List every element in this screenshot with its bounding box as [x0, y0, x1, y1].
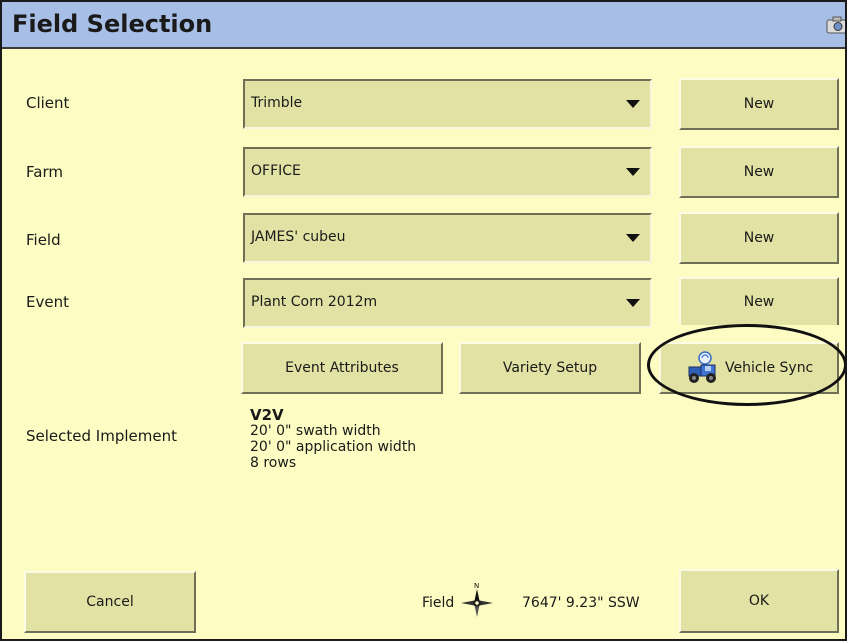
new-client-button[interactable]: New [679, 78, 839, 130]
field-label: Field [26, 231, 61, 249]
vehicle-sync-button[interactable]: Vehicle Sync [659, 342, 839, 394]
event-attributes-button[interactable]: Event Attributes [241, 342, 443, 394]
field-dropdown[interactable]: JAMES' cubeu [243, 213, 652, 263]
cancel-button[interactable]: Cancel [24, 571, 196, 633]
farm-value: OFFICE [251, 163, 301, 179]
svg-text:N: N [474, 582, 479, 590]
client-dropdown[interactable]: Trimble [243, 79, 652, 129]
variety-setup-button[interactable]: Variety Setup [459, 342, 641, 394]
ok-button[interactable]: OK [679, 569, 839, 633]
distance-readout: 7647' 9.23" SSW [522, 595, 640, 611]
implement-rows: 8 rows [250, 455, 297, 471]
field-value: JAMES' cubeu [251, 229, 346, 245]
chevron-down-icon [626, 100, 640, 108]
compass-icon: N [457, 580, 497, 626]
implement-application: 20' 0" application width [250, 439, 417, 455]
implement-swath: 20' 0" swath width [250, 423, 381, 439]
event-label: Event [26, 293, 69, 311]
farm-label: Farm [26, 163, 63, 181]
camera-icon[interactable] [825, 16, 845, 34]
vehicle-sync-icon [685, 351, 721, 385]
footer-field-label: Field [422, 595, 455, 611]
field-selection-window: Field Selection Client Trimble New Farm … [0, 0, 847, 641]
chevron-down-icon [626, 234, 640, 242]
title-bar: Field Selection [2, 2, 845, 49]
selected-implement-label: Selected Implement [26, 427, 177, 445]
window-title: Field Selection [12, 10, 213, 38]
new-field-button[interactable]: New [679, 212, 839, 264]
chevron-down-icon [626, 168, 640, 176]
event-value: Plant Corn 2012m [251, 294, 378, 310]
implement-name: V2V [250, 406, 284, 424]
implement-details: V2V 20' 0" swath width 20' 0" applicatio… [250, 407, 416, 471]
client-label: Client [26, 94, 70, 112]
new-farm-button[interactable]: New [679, 146, 839, 198]
event-dropdown[interactable]: Plant Corn 2012m [243, 278, 652, 328]
chevron-down-icon [626, 299, 640, 307]
new-event-button[interactable]: New [679, 277, 839, 325]
vehicle-sync-label: Vehicle Sync [725, 360, 814, 376]
farm-dropdown[interactable]: OFFICE [243, 147, 652, 197]
client-value: Trimble [251, 95, 303, 111]
